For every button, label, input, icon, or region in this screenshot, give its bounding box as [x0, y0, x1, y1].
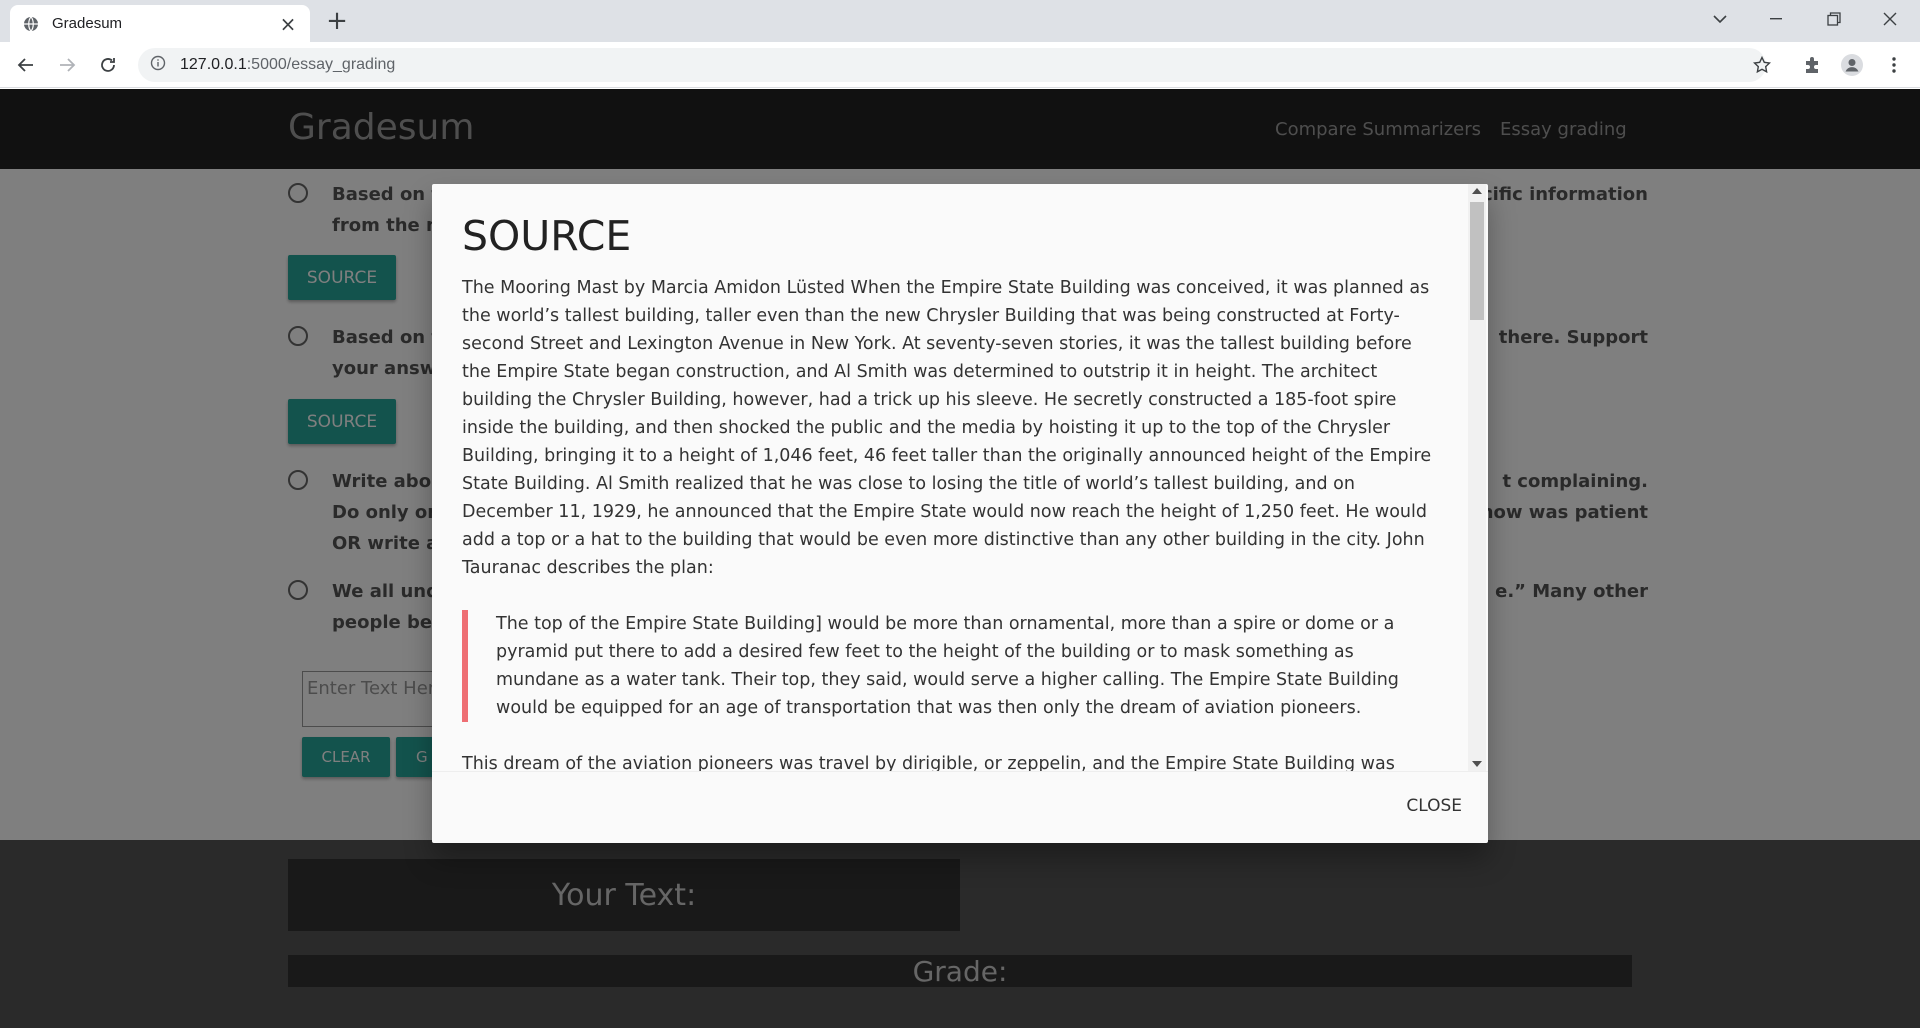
tab-close-icon[interactable]: ×	[278, 14, 298, 34]
modal-footer: CLOSE	[432, 771, 1488, 843]
source-paragraph: The Mooring Mast by Marcia Amidon Lüsted…	[462, 278, 1432, 578]
tab-search-icon[interactable]	[1692, 0, 1748, 38]
source-blockquote: The top of the Empire State Building] wo…	[462, 610, 1438, 722]
scroll-up-icon[interactable]	[1472, 188, 1482, 194]
close-window-icon[interactable]	[1862, 0, 1918, 38]
scroll-down-icon[interactable]	[1472, 761, 1482, 767]
bookmark-star-icon[interactable]	[1748, 51, 1776, 79]
globe-icon	[22, 15, 40, 33]
extensions-icon[interactable]	[1798, 51, 1826, 79]
browser-tab-bar: Gradesum × +	[0, 0, 1920, 42]
modal-scrollbar[interactable]	[1468, 184, 1486, 771]
tab-title: Gradesum	[52, 15, 123, 32]
restore-icon[interactable]	[1806, 0, 1862, 38]
url-text: 127.0.0.1:5000/essay_grading	[180, 56, 396, 73]
modal-content: SOURCE The Mooring Mast by Marcia Amidon…	[432, 184, 1468, 771]
browser-tab[interactable]: Gradesum ×	[10, 5, 310, 42]
source-modal: SOURCE The Mooring Mast by Marcia Amidon…	[432, 184, 1488, 843]
back-icon[interactable]	[12, 51, 40, 79]
new-tab-icon[interactable]: +	[322, 8, 352, 34]
close-button[interactable]: CLOSE	[1406, 796, 1462, 816]
source-paragraph: This dream of the aviation pioneers was …	[462, 754, 1395, 771]
info-icon[interactable]	[150, 55, 166, 75]
url-field[interactable]: 127.0.0.1:5000/essay_grading	[138, 48, 1766, 82]
browser-menu-icon[interactable]	[1880, 51, 1908, 79]
address-bar: 127.0.0.1:5000/essay_grading	[0, 42, 1920, 88]
minimize-icon[interactable]	[1748, 0, 1804, 38]
page: Gradesum Compare Summarizers Essay gradi…	[0, 89, 1920, 1028]
scrollbar-thumb[interactable]	[1470, 202, 1484, 320]
modal-title: SOURCE	[462, 212, 632, 260]
forward-icon[interactable]	[53, 51, 81, 79]
profile-avatar-icon[interactable]	[1838, 51, 1866, 79]
reload-icon[interactable]	[94, 51, 122, 79]
